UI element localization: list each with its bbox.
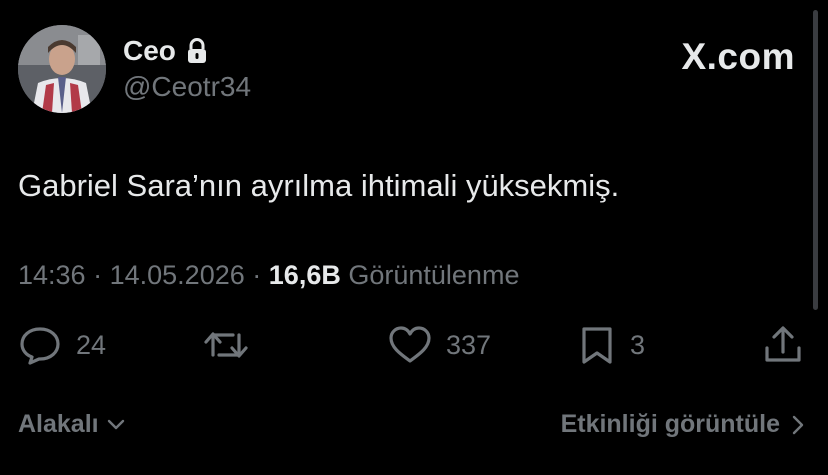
reply-button[interactable]: 24 xyxy=(18,322,106,368)
brand-logo: X.com xyxy=(681,36,795,77)
tweet-date[interactable]: 14.05.2026 xyxy=(110,260,245,290)
retweet-button[interactable] xyxy=(203,322,263,368)
bookmark-icon xyxy=(582,327,612,364)
reply-count: 24 xyxy=(76,329,107,360)
views-count[interactable]: 16,6B xyxy=(269,260,341,290)
tweet-time[interactable]: 14:36 xyxy=(18,260,86,290)
action-bar: 24 337 3 xyxy=(0,322,828,368)
retweet-icon xyxy=(204,332,248,358)
lock-icon xyxy=(186,38,208,64)
share-button[interactable] xyxy=(762,322,804,368)
tweet-meta: 14:36 · 14.05.2026 · 16,6B Görüntülenme xyxy=(18,260,519,291)
meta-separator: · xyxy=(93,260,103,290)
avatar-photo xyxy=(18,25,106,113)
author-handle[interactable]: @Ceotr34 xyxy=(123,71,251,103)
author-display-name[interactable]: Ceo xyxy=(123,35,176,67)
sort-label: Alakalı xyxy=(18,410,99,438)
reply-icon xyxy=(20,327,60,365)
chevron-down-icon xyxy=(107,419,124,429)
tweet-text: Gabriel Sara’nın ayrılma ihtimali yüksek… xyxy=(18,168,620,203)
view-activity-link[interactable]: Etkinliği görüntüle xyxy=(561,410,804,439)
chevron-right-icon xyxy=(792,415,804,434)
avatar[interactable] xyxy=(18,25,106,113)
views-label[interactable]: Görüntülenme xyxy=(348,260,519,290)
share-icon xyxy=(765,326,801,362)
author-display-name-row[interactable]: Ceo xyxy=(123,35,208,67)
meta-separator: · xyxy=(252,260,262,290)
sort-dropdown[interactable]: Alakalı xyxy=(18,410,125,439)
like-count: 337 xyxy=(446,329,492,360)
heart-icon xyxy=(389,326,431,363)
scrollbar[interactable] xyxy=(813,10,818,310)
bookmark-button[interactable]: 3 xyxy=(578,322,645,368)
like-button[interactable]: 337 xyxy=(388,322,491,368)
view-activity-label: Etkinliği görüntüle xyxy=(560,410,780,438)
bookmark-count: 3 xyxy=(630,329,646,360)
